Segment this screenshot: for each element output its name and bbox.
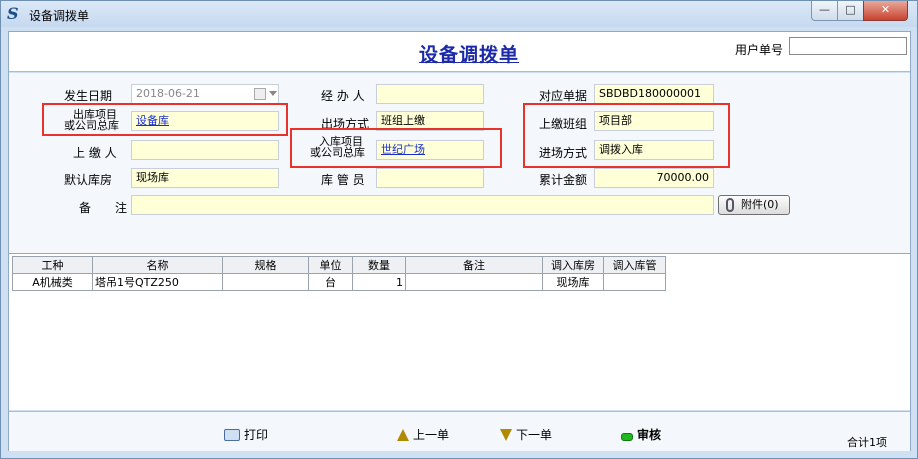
title-bar[interactable]: S 设备调拨单 — □ ✕	[1, 1, 917, 27]
occur-date-field[interactable]: 2018-06-21	[131, 84, 279, 104]
col-header-in-keeper[interactable]: 调入库管	[603, 256, 666, 274]
table-header-row: 工种 名称 规格 单位 数量 备注 调入库房 调入库管	[12, 256, 666, 274]
keeper-label: 库 管 员	[321, 173, 365, 187]
keeper-field[interactable]	[376, 168, 484, 188]
paperclip-icon	[726, 198, 734, 212]
pen-down-icon	[500, 429, 512, 441]
print-button[interactable]: 打印	[224, 426, 268, 443]
highlight-team-entry	[523, 103, 730, 168]
chevron-down-icon[interactable]	[269, 91, 277, 96]
attachment-button[interactable]: 附件(0)	[718, 195, 790, 215]
printer-icon	[224, 429, 240, 441]
status-ok-icon	[621, 433, 633, 441]
submitter-label: 上 缴 人	[73, 146, 117, 160]
detail-grid-area: 工种 名称 规格 单位 数量 备注 调入库房 调入库管 A机械类 塔吊1号QTZ…	[9, 253, 910, 410]
handler-label: 经 办 人	[321, 89, 365, 103]
default-store-field[interactable]: 现场库	[131, 168, 279, 188]
attachment-label: 附件(0)	[741, 198, 779, 211]
form-fields: 发生日期 2018-06-21 经 办 人 对应单据 SBDBD18000000…	[9, 73, 910, 253]
audit-label: 审核	[637, 428, 662, 442]
detail-table: 工种 名称 规格 单位 数量 备注 调入库房 调入库管 A机械类 塔吊1号QTZ…	[12, 256, 666, 291]
remark-field[interactable]	[131, 195, 714, 215]
col-header-unit[interactable]: 单位	[308, 256, 353, 274]
cell-work-type[interactable]: A机械类	[12, 273, 93, 291]
col-header-spec[interactable]: 规格	[222, 256, 309, 274]
table-row[interactable]: A机械类 塔吊1号QTZ250 台 1 现场库	[12, 273, 666, 291]
cell-unit[interactable]: 台	[308, 273, 353, 291]
ref-no-field[interactable]: SBDBD180000001	[594, 84, 714, 104]
s-logo-icon: S	[7, 4, 19, 23]
ref-no-label: 对应单据	[539, 89, 588, 103]
handler-field[interactable]	[376, 84, 484, 104]
print-label: 打印	[244, 428, 269, 442]
default-store-label: 默认库房	[64, 173, 113, 187]
occur-date-value: 2018-06-21	[136, 87, 200, 100]
close-button[interactable]: ✕	[863, 1, 908, 21]
maximize-button[interactable]: □	[837, 1, 864, 21]
cell-in-keeper[interactable]	[603, 273, 666, 291]
client-area: 设备调拨单 用户单号 发生日期 2018-06-21 经 办 人 对应单据 SB…	[8, 31, 911, 451]
cell-remark[interactable]	[405, 273, 543, 291]
calendar-icon[interactable]	[254, 88, 266, 100]
remark-label: 备 注	[79, 201, 128, 215]
next-button[interactable]: 下一单	[500, 426, 552, 443]
page-title: 设备调拨单	[418, 44, 519, 66]
col-header-in-store[interactable]: 调入库房	[542, 256, 604, 274]
minimize-button[interactable]: —	[811, 1, 838, 21]
highlight-out-project	[42, 103, 288, 136]
cell-quantity[interactable]: 1	[352, 273, 406, 291]
audit-button[interactable]: 审核	[621, 426, 661, 443]
highlight-in-project	[290, 128, 502, 168]
prev-label: 上一单	[413, 428, 450, 442]
col-header-name[interactable]: 名称	[92, 256, 223, 274]
form-header: 设备调拨单 用户单号	[9, 32, 910, 72]
bottom-toolbar: 打印 上一单 下一单 审核 合计1项	[9, 411, 910, 451]
submitter-field[interactable]	[131, 140, 279, 160]
occur-date-label: 发生日期	[64, 89, 113, 103]
transfer-window: S 设备调拨单 — □ ✕ 设备调拨单 用户单号 发生日期 2018-06-21…	[0, 0, 918, 459]
cell-name[interactable]: 塔吊1号QTZ250	[92, 273, 223, 291]
col-header-remark[interactable]: 备注	[405, 256, 543, 274]
item-count: 合计1项	[847, 436, 887, 449]
cell-in-store[interactable]: 现场库	[542, 273, 604, 291]
prev-button[interactable]: 上一单	[397, 426, 449, 443]
pen-up-icon	[397, 429, 409, 441]
user-no-label: 用户单号	[735, 43, 784, 57]
total-amount-label: 累计金额	[539, 173, 588, 187]
col-header-quantity[interactable]: 数量	[352, 256, 406, 274]
next-label: 下一单	[516, 428, 553, 442]
window-title: 设备调拨单	[29, 9, 90, 23]
col-header-work-type[interactable]: 工种	[12, 256, 93, 274]
user-no-input[interactable]	[789, 37, 907, 55]
total-amount-field: 70000.00	[594, 168, 714, 188]
cell-spec[interactable]	[222, 273, 309, 291]
